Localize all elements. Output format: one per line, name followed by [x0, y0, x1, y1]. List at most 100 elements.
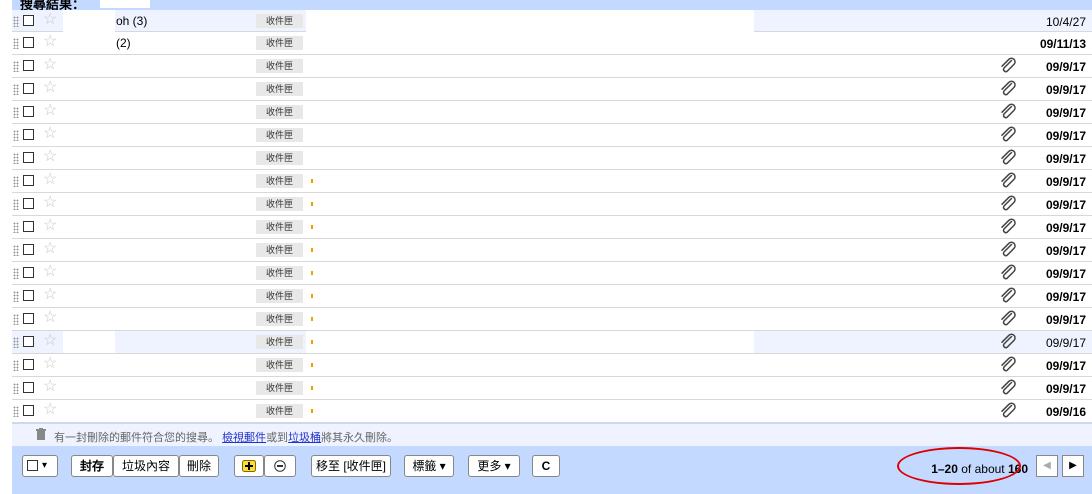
- message-row[interactable]: ☆ 收件匣 09/9/17: [12, 377, 1092, 400]
- row-checkbox[interactable]: [23, 15, 34, 26]
- redacted-subject[interactable]: [306, 78, 754, 100]
- drag-handle[interactable]: [13, 291, 19, 302]
- message-row[interactable]: ☆ 收件匣 09/9/17: [12, 55, 1092, 78]
- star-icon[interactable]: ☆: [43, 102, 57, 120]
- row-checkbox[interactable]: [23, 60, 34, 71]
- redacted-subject[interactable]: [306, 262, 754, 284]
- row-checkbox[interactable]: [23, 290, 34, 301]
- star-icon[interactable]: ☆: [43, 171, 57, 189]
- star-icon[interactable]: ☆: [43, 332, 57, 350]
- star-icon[interactable]: ☆: [43, 217, 57, 235]
- row-checkbox[interactable]: [23, 313, 34, 324]
- view-messages-link[interactable]: 檢視郵件: [222, 432, 266, 444]
- drag-handle[interactable]: [13, 360, 19, 371]
- message-row[interactable]: ☆ 收件匣 09/9/17: [12, 239, 1092, 262]
- message-row[interactable]: ☆ 收件匣 09/9/17: [12, 331, 1092, 354]
- drag-handle[interactable]: [13, 222, 19, 233]
- drag-handle[interactable]: [13, 153, 19, 164]
- row-checkbox[interactable]: [23, 129, 34, 140]
- drag-handle[interactable]: [13, 337, 19, 348]
- redacted-subject[interactable]: [306, 147, 754, 169]
- report-spam-button[interactable]: 垃圾內容: [113, 455, 179, 477]
- row-checkbox[interactable]: [23, 106, 34, 117]
- archive-button[interactable]: 封存: [71, 455, 113, 477]
- row-checkbox[interactable]: [23, 382, 34, 393]
- row-checkbox[interactable]: [23, 221, 34, 232]
- star-icon[interactable]: ☆: [43, 263, 57, 281]
- drag-handle[interactable]: [13, 406, 19, 417]
- star-icon[interactable]: ☆: [43, 125, 57, 143]
- redacted-subject[interactable]: [306, 10, 754, 32]
- drag-handle[interactable]: [13, 130, 19, 141]
- message-row[interactable]: ☆ 收件匣 09/9/17: [12, 101, 1092, 124]
- redacted-subject[interactable]: [306, 400, 754, 422]
- star-icon[interactable]: ☆: [43, 378, 57, 396]
- redacted-subject[interactable]: [306, 55, 754, 77]
- mark-read-button[interactable]: [234, 455, 264, 477]
- row-checkbox[interactable]: [23, 405, 34, 416]
- redacted-subject[interactable]: [306, 308, 754, 330]
- star-icon[interactable]: ☆: [43, 401, 57, 419]
- redacted-subject[interactable]: [306, 354, 754, 376]
- redacted-subject[interactable]: [306, 377, 754, 399]
- redacted-subject[interactable]: [306, 32, 754, 54]
- redacted-subject[interactable]: [306, 239, 754, 261]
- star-icon[interactable]: ☆: [43, 33, 57, 51]
- more-actions-button[interactable]: 更多 ▾: [468, 455, 520, 477]
- star-icon[interactable]: ☆: [43, 56, 57, 74]
- redacted-subject[interactable]: [306, 193, 754, 215]
- star-icon[interactable]: ☆: [43, 286, 57, 304]
- row-checkbox[interactable]: [23, 152, 34, 163]
- drag-handle[interactable]: [13, 245, 19, 256]
- star-icon[interactable]: ☆: [43, 194, 57, 212]
- star-icon[interactable]: ☆: [43, 309, 57, 327]
- message-row[interactable]: ☆ (2) 收件匣 09/11/13: [12, 32, 1092, 55]
- message-row[interactable]: ☆ 收件匣 09/9/17: [12, 285, 1092, 308]
- redacted-subject[interactable]: [306, 124, 754, 146]
- star-icon[interactable]: ☆: [43, 79, 57, 97]
- drag-handle[interactable]: [13, 61, 19, 72]
- message-row[interactable]: ☆ 收件匣 09/9/17: [12, 147, 1092, 170]
- delete-button[interactable]: 刪除: [179, 455, 219, 477]
- redacted-subject[interactable]: [306, 216, 754, 238]
- star-icon[interactable]: ☆: [43, 355, 57, 373]
- redacted-subject[interactable]: [306, 101, 754, 123]
- drag-handle[interactable]: [13, 38, 19, 49]
- row-checkbox[interactable]: [23, 336, 34, 347]
- refresh-button[interactable]: C: [532, 455, 560, 477]
- redacted-subject[interactable]: [306, 285, 754, 307]
- drag-handle[interactable]: [13, 176, 19, 187]
- star-icon[interactable]: ☆: [43, 240, 57, 258]
- row-checkbox[interactable]: [23, 175, 34, 186]
- message-row[interactable]: ☆ 收件匣 09/9/17: [12, 216, 1092, 239]
- message-row[interactable]: ☆ 收件匣 09/9/17: [12, 124, 1092, 147]
- row-checkbox[interactable]: [23, 83, 34, 94]
- star-icon[interactable]: ☆: [43, 148, 57, 166]
- select-menu-button[interactable]: ▾: [22, 455, 58, 477]
- row-checkbox[interactable]: [23, 37, 34, 48]
- message-row[interactable]: ☆ 收件匣 09/9/16: [12, 400, 1092, 423]
- labels-menu-button[interactable]: 標籤 ▾: [404, 455, 454, 477]
- message-row[interactable]: ☆ 收件匣 09/9/17: [12, 193, 1092, 216]
- redacted-subject[interactable]: [306, 170, 754, 192]
- drag-handle[interactable]: [13, 314, 19, 325]
- drag-handle[interactable]: [13, 107, 19, 118]
- move-to-button[interactable]: 移至 [收件匣]: [311, 455, 391, 477]
- message-row[interactable]: ☆ 收件匣 09/9/17: [12, 308, 1092, 331]
- mark-unread-button[interactable]: [264, 455, 296, 477]
- next-page-button[interactable]: ▶: [1062, 455, 1084, 477]
- drag-handle[interactable]: [13, 16, 19, 27]
- message-row[interactable]: ☆ oh (3) 收件匣 10/4/27: [12, 10, 1092, 32]
- drag-handle[interactable]: [13, 383, 19, 394]
- row-checkbox[interactable]: [23, 244, 34, 255]
- row-checkbox[interactable]: [23, 359, 34, 370]
- star-icon[interactable]: ☆: [43, 11, 57, 29]
- drag-handle[interactable]: [13, 84, 19, 95]
- message-row[interactable]: ☆ 收件匣 09/9/17: [12, 354, 1092, 377]
- drag-handle[interactable]: [13, 268, 19, 279]
- redacted-subject[interactable]: [306, 331, 754, 353]
- drag-handle[interactable]: [13, 199, 19, 210]
- trash-link[interactable]: 垃圾桶: [288, 432, 321, 444]
- message-row[interactable]: ☆ 收件匣 09/9/17: [12, 262, 1092, 285]
- prev-page-button[interactable]: ◀: [1036, 455, 1058, 477]
